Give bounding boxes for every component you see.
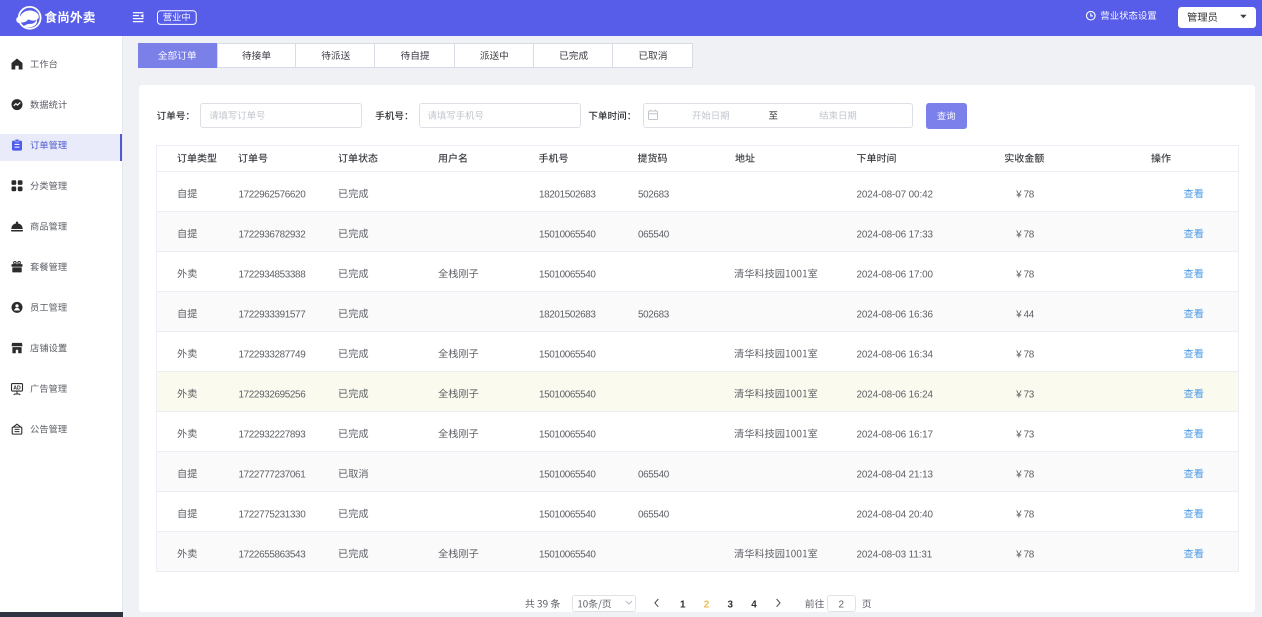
svg-text:18201502683: 18201502683 xyxy=(539,189,596,200)
svg-text:2024-08-03 11:31: 2024-08-03 11:31 xyxy=(857,549,933,560)
svg-text:2024-08-04 21:13: 2024-08-04 21:13 xyxy=(857,469,934,480)
svg-text:2024-08-06 16:36: 2024-08-06 16:36 xyxy=(857,309,934,320)
svg-text:1722933391577: 1722933391577 xyxy=(239,309,306,320)
svg-text:4: 4 xyxy=(751,599,757,610)
svg-text:15010065540: 15010065540 xyxy=(539,349,596,360)
svg-text:2024-08-07 00:42: 2024-08-07 00:42 xyxy=(857,189,933,200)
svg-text:2024-08-06 17:00: 2024-08-06 17:00 xyxy=(857,269,934,280)
svg-text:2024-08-06 16:24: 2024-08-06 16:24 xyxy=(857,389,934,400)
svg-text:¥ 78: ¥ 78 xyxy=(1015,269,1035,280)
svg-text:¥ 78: ¥ 78 xyxy=(1015,349,1035,360)
svg-text:¥ 78: ¥ 78 xyxy=(1015,469,1035,480)
svg-text:1722962576620: 1722962576620 xyxy=(239,189,307,200)
svg-text:¥ 78: ¥ 78 xyxy=(1015,189,1035,200)
svg-text:1722932695256: 1722932695256 xyxy=(239,389,307,400)
svg-text:1722934853388: 1722934853388 xyxy=(239,269,307,280)
svg-text:¥ 73: ¥ 73 xyxy=(1015,389,1035,400)
svg-text:2024-08-04 20:40: 2024-08-04 20:40 xyxy=(857,509,934,520)
svg-text:2024-08-06 16:34: 2024-08-06 16:34 xyxy=(857,349,934,360)
svg-text:1: 1 xyxy=(680,599,686,610)
svg-text:¥ 44: ¥ 44 xyxy=(1015,309,1035,320)
svg-text:1722936782932: 1722936782932 xyxy=(239,229,306,240)
svg-text:15010065540: 15010065540 xyxy=(539,429,596,440)
svg-text:¥ 78: ¥ 78 xyxy=(1015,509,1035,520)
svg-text:18201502683: 18201502683 xyxy=(539,309,596,320)
svg-text:15010065540: 15010065540 xyxy=(539,389,596,400)
svg-text:065540: 065540 xyxy=(638,509,670,520)
svg-text:2: 2 xyxy=(704,599,710,610)
svg-text:502683: 502683 xyxy=(638,189,670,200)
svg-text:065540: 065540 xyxy=(638,229,670,240)
svg-text:1722933287749: 1722933287749 xyxy=(239,349,307,360)
svg-text:2024-08-06 17:33: 2024-08-06 17:33 xyxy=(857,229,934,240)
svg-text:¥ 73: ¥ 73 xyxy=(1015,429,1035,440)
svg-text:2: 2 xyxy=(838,599,844,610)
svg-text:1722775231330: 1722775231330 xyxy=(239,509,307,520)
svg-text:15010065540: 15010065540 xyxy=(539,509,596,520)
svg-text:¥ 78: ¥ 78 xyxy=(1015,549,1035,560)
svg-text:3: 3 xyxy=(727,599,733,610)
svg-text:502683: 502683 xyxy=(638,309,670,320)
svg-text:15010065540: 15010065540 xyxy=(539,549,596,560)
svg-text:2024-08-06 16:17: 2024-08-06 16:17 xyxy=(857,429,933,440)
svg-text:¥ 78: ¥ 78 xyxy=(1015,229,1035,240)
svg-text:065540: 065540 xyxy=(638,469,670,480)
svg-text:15010065540: 15010065540 xyxy=(539,469,596,480)
svg-text:1722777237061: 1722777237061 xyxy=(239,469,307,480)
svg-text:1722932227893: 1722932227893 xyxy=(239,429,307,440)
svg-text:1722655863543: 1722655863543 xyxy=(239,549,307,560)
svg-text:AD: AD xyxy=(13,385,21,391)
svg-text:15010065540: 15010065540 xyxy=(539,269,596,280)
svg-text:15010065540: 15010065540 xyxy=(539,229,596,240)
